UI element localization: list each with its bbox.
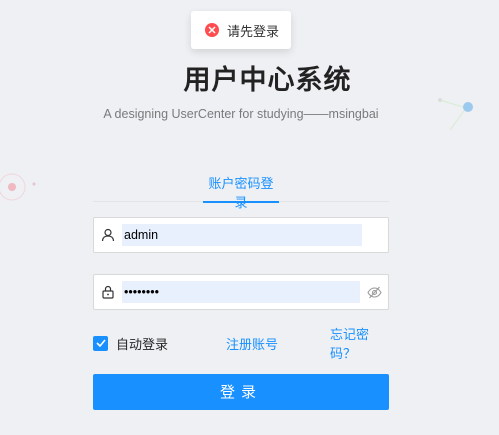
register-link[interactable]: 注册账号: [226, 334, 278, 353]
password-field[interactable]: [93, 274, 389, 310]
login-tabs: 账户密码登录: [93, 165, 389, 211]
lock-icon: [94, 285, 122, 299]
auto-login-label[interactable]: 自动登录: [116, 334, 168, 353]
username-field[interactable]: [93, 217, 389, 253]
login-options-row: 自动登录 注册账号 忘记密码？: [93, 328, 389, 362]
user-icon: [94, 228, 122, 242]
username-input[interactable]: [122, 224, 362, 246]
auto-login-checkbox[interactable]: [93, 335, 108, 351]
login-button[interactable]: 登录: [93, 374, 389, 410]
background-decoration-left: [0, 173, 36, 201]
error-toast: 请先登录: [191, 11, 291, 49]
forgot-password-link[interactable]: 忘记密码？: [330, 324, 389, 362]
page-subtitle: A designing UserCenter for studying——msi…: [103, 107, 379, 121]
page-title: 用户中心系统: [183, 65, 352, 96]
toast-message: 请先登录: [227, 24, 280, 40]
eye-invisible-icon[interactable]: [360, 286, 388, 299]
error-circle-icon: [205, 23, 219, 37]
tab-account-password[interactable]: 账户密码登录: [203, 173, 279, 211]
password-input[interactable]: [122, 281, 360, 303]
